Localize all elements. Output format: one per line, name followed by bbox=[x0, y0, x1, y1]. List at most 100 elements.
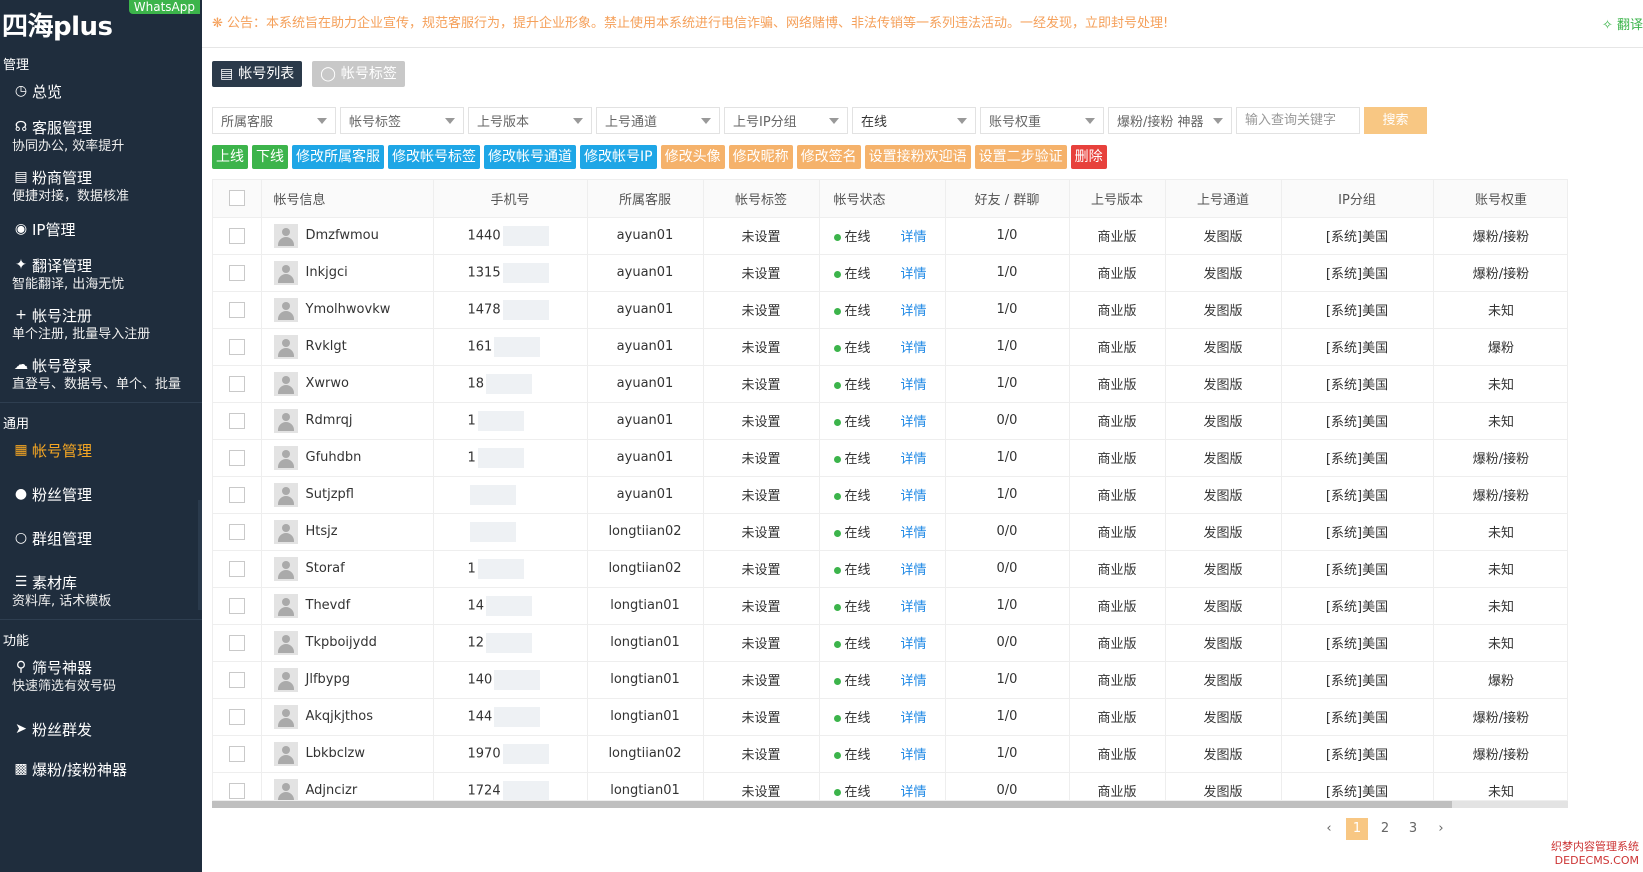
sidebar-item-overview[interactable]: ◷ 总览 bbox=[0, 76, 202, 106]
row-checkbox[interactable] bbox=[228, 338, 245, 355]
row-checkbox[interactable] bbox=[228, 523, 245, 540]
table-row[interactable]: Tkpboijydd 12 longtian01 未设置 在线 详情 0/0 商业版 发图版 [系… bbox=[213, 624, 1567, 662]
edit-channel-button[interactable]: 修改帐号通道 bbox=[484, 145, 576, 169]
next-page-button[interactable]: › bbox=[1430, 818, 1452, 840]
table-row[interactable]: Thevdf 14 longtian01 未设置 在线 详情 1/0 商业版 发图版 [系统]美国… bbox=[213, 587, 1567, 625]
filter-fan-tool-select[interactable]: 爆粉/接粉 神器 bbox=[1108, 107, 1232, 134]
edit-signature-button[interactable]: 修改签名 bbox=[796, 145, 861, 169]
sidebar-item-account-management[interactable]: ▦ 帐号管理 bbox=[0, 435, 202, 465]
row-checkbox[interactable] bbox=[228, 412, 245, 429]
detail-link[interactable]: 详情 bbox=[901, 637, 927, 652]
detail-link[interactable]: 详情 bbox=[901, 230, 927, 245]
table-row[interactable]: Inkjgci 1315 ayuan01 未设置 在线 详情 1/0 商业版 发图版 [系统]美国… bbox=[213, 254, 1567, 292]
table-row[interactable]: Rdmrqj 1 ayuan01 未设置 在线 详情 0/0 商业版 发图版 [系统]美国 未知 bbox=[213, 402, 1567, 440]
table-row[interactable]: Rvklgt 161 ayuan01 未设置 在线 详情 1/0 商业版 发图版 [系统]美国 爆粉 bbox=[213, 328, 1567, 366]
sidebar-item-customer-service[interactable]: ☊ 客服管理 协同办公, 效率提升 bbox=[0, 112, 202, 160]
agent-cell: ayuan01 bbox=[587, 291, 704, 329]
sidebar-item-register[interactable]: + 帐号注册 单个注册, 批量导入注册 bbox=[0, 300, 202, 348]
row-checkbox[interactable] bbox=[228, 301, 245, 318]
row-checkbox[interactable] bbox=[228, 486, 245, 503]
sidebar-item-materials[interactable]: ☰ 素材库 资料库, 话术模板 bbox=[0, 567, 202, 615]
tab-account-list[interactable]: ▤ 帐号列表 bbox=[212, 61, 303, 87]
row-checkbox[interactable] bbox=[228, 449, 245, 466]
detail-link[interactable]: 详情 bbox=[901, 304, 927, 319]
detail-link[interactable]: 详情 bbox=[901, 378, 927, 393]
row-checkbox[interactable] bbox=[228, 708, 245, 725]
weight-cell: 未知 bbox=[1433, 624, 1567, 662]
detail-link[interactable]: 详情 bbox=[901, 748, 927, 763]
online-button[interactable]: 上线 bbox=[212, 145, 248, 169]
row-checkbox[interactable] bbox=[228, 227, 245, 244]
sidebar-item-login[interactable]: ☁ 帐号登录 直登号、数据号、单个、批量 bbox=[0, 350, 202, 398]
row-checkbox[interactable] bbox=[228, 375, 245, 392]
detail-link[interactable]: 详情 bbox=[901, 452, 927, 467]
row-checkbox[interactable] bbox=[228, 560, 245, 577]
detail-link[interactable]: 详情 bbox=[901, 267, 927, 282]
search-button[interactable]: 搜索 bbox=[1364, 107, 1427, 134]
detail-link[interactable]: 详情 bbox=[901, 341, 927, 356]
filter-status-select[interactable]: 在线 bbox=[852, 107, 976, 134]
row-checkbox[interactable] bbox=[228, 264, 245, 281]
page-1-button[interactable]: 1 bbox=[1346, 818, 1368, 840]
translate-button[interactable]: ✧ 翻译 bbox=[1602, 14, 1643, 33]
table-row[interactable]: Storaf 1 longtiian02 未设置 在线 详情 0/0 商业版 发图版 [系统]美国… bbox=[213, 550, 1567, 588]
select-all-checkbox[interactable] bbox=[228, 190, 245, 207]
page-2-button[interactable]: 2 bbox=[1374, 818, 1396, 840]
table-row[interactable]: Ymolhwovkw 1478 ayuan01 未设置 在线 详情 1/0 商业版 发图版 [系统… bbox=[213, 291, 1567, 329]
table-row[interactable]: Adjncizr 1724 longtian01 未设置 在线 详情 0/0 商业版 发图版 [系… bbox=[213, 772, 1567, 800]
prev-page-button[interactable]: ‹ bbox=[1318, 818, 1340, 840]
table-row[interactable]: Dmzfwmou 1440 ayuan01 未设置 在线 详情 1/0 商业版 发图版 [系统]美… bbox=[213, 217, 1567, 255]
row-checkbox[interactable] bbox=[228, 634, 245, 651]
sidebar-item-groups[interactable]: ○ 群组管理 bbox=[0, 523, 202, 553]
scrollbar-thumb[interactable] bbox=[212, 801, 1452, 808]
row-checkbox[interactable] bbox=[228, 782, 245, 799]
sidebar-item-fan-tool[interactable]: ▩ 爆粉/接粉神器 bbox=[0, 754, 202, 784]
edit-tag-button[interactable]: 修改帐号标签 bbox=[388, 145, 480, 169]
table-row[interactable]: Jlfbypg 140 longtian01 未设置 在线 详情 1/0 商业版 发图版 [系统]… bbox=[213, 661, 1567, 699]
edit-ip-button[interactable]: 修改帐号IP bbox=[580, 145, 657, 169]
account-name: Gfuhdbn bbox=[305, 450, 362, 465]
table-row[interactable]: Gfuhdbn 1 ayuan01 未设置 在线 详情 1/0 商业版 发图版 [系统]美国 爆粉/… bbox=[213, 439, 1567, 477]
detail-link[interactable]: 详情 bbox=[901, 711, 927, 726]
table-row[interactable]: Xwrwo 18 ayuan01 未设置 在线 详情 1/0 商业版 发图版 [系统]美国 未知 bbox=[213, 365, 1567, 403]
tab-account-tags[interactable]: ◯ 帐号标签 bbox=[312, 61, 405, 87]
set-2fa-button[interactable]: 设置二步验证 bbox=[974, 145, 1067, 169]
horizontal-scrollbar[interactable] bbox=[212, 801, 1568, 808]
detail-link[interactable]: 详情 bbox=[901, 415, 927, 430]
filter-ip-group-select[interactable]: 上号IP分组 bbox=[724, 107, 848, 134]
sidebar-item-fan-merchants[interactable]: ▤ 粉商管理 便捷对接，数据核准 bbox=[0, 162, 202, 210]
filter-tag-select[interactable]: 帐号标签 bbox=[340, 107, 464, 134]
table-row[interactable]: Htsjz longtiian02 未设置 在线 详情 0/0 商业版 发图版 [系统]美国 未知 bbox=[213, 513, 1567, 551]
sidebar-item-translate[interactable]: ✦ 翻译管理 智能翻译, 出海无忧 bbox=[0, 250, 202, 298]
ip-group-cell: [系统]美国 bbox=[1281, 624, 1434, 662]
row-checkbox[interactable] bbox=[228, 597, 245, 614]
row-checkbox[interactable] bbox=[228, 671, 245, 688]
search-input[interactable]: 输入查询关键字 bbox=[1236, 107, 1360, 134]
detail-link[interactable]: 详情 bbox=[901, 526, 927, 541]
detail-link[interactable]: 详情 bbox=[901, 563, 927, 578]
sidebar-item-ip[interactable]: ◉ IP管理 bbox=[0, 214, 202, 244]
edit-nickname-button[interactable]: 修改昵称 bbox=[728, 145, 793, 169]
sidebar-scrollbar[interactable] bbox=[198, 500, 202, 610]
table-row[interactable]: Lbkbclzw 1970 longtiian02 未设置 在线 详情 1/0 商业版 发图版[… bbox=[213, 735, 1567, 773]
sidebar-item-number-filter[interactable]: ⚲ 筛号神器 快速筛选有效号码 bbox=[0, 652, 202, 700]
filter-version-select[interactable]: 上号版本 bbox=[468, 107, 592, 134]
offline-button[interactable]: 下线 bbox=[252, 145, 288, 169]
detail-link[interactable]: 详情 bbox=[901, 785, 927, 800]
detail-link[interactable]: 详情 bbox=[901, 674, 927, 689]
filter-weight-select[interactable]: 账号权重 bbox=[980, 107, 1104, 134]
table-row[interactable]: Akqjkjthos 144 longtian01 未设置 在线 详情 1/0 商业版 发图版[… bbox=[213, 698, 1567, 736]
filter-channel-select[interactable]: 上号通道 bbox=[596, 107, 720, 134]
edit-avatar-button[interactable]: 修改头像 bbox=[660, 145, 725, 169]
page-3-button[interactable]: 3 bbox=[1402, 818, 1424, 840]
table-row[interactable]: Sutjzpfl ayuan01 未设置 在线 详情 1/0 商业版 发图版 [系统]美国 爆粉/… bbox=[213, 476, 1567, 514]
detail-link[interactable]: 详情 bbox=[901, 600, 927, 615]
detail-link[interactable]: 详情 bbox=[901, 489, 927, 504]
sidebar-item-mass-send[interactable]: ➤ 粉丝群发 bbox=[0, 714, 202, 744]
row-checkbox[interactable] bbox=[228, 745, 245, 762]
edit-agent-button[interactable]: 修改所属客服 bbox=[292, 145, 384, 169]
delete-button[interactable]: 删除 bbox=[1070, 145, 1107, 169]
filter-agent-select[interactable]: 所属客服 bbox=[212, 107, 336, 134]
set-welcome-button[interactable]: 设置接粉欢迎语 bbox=[864, 145, 971, 169]
sidebar-item-fans[interactable]: ● 粉丝管理 bbox=[0, 479, 202, 509]
